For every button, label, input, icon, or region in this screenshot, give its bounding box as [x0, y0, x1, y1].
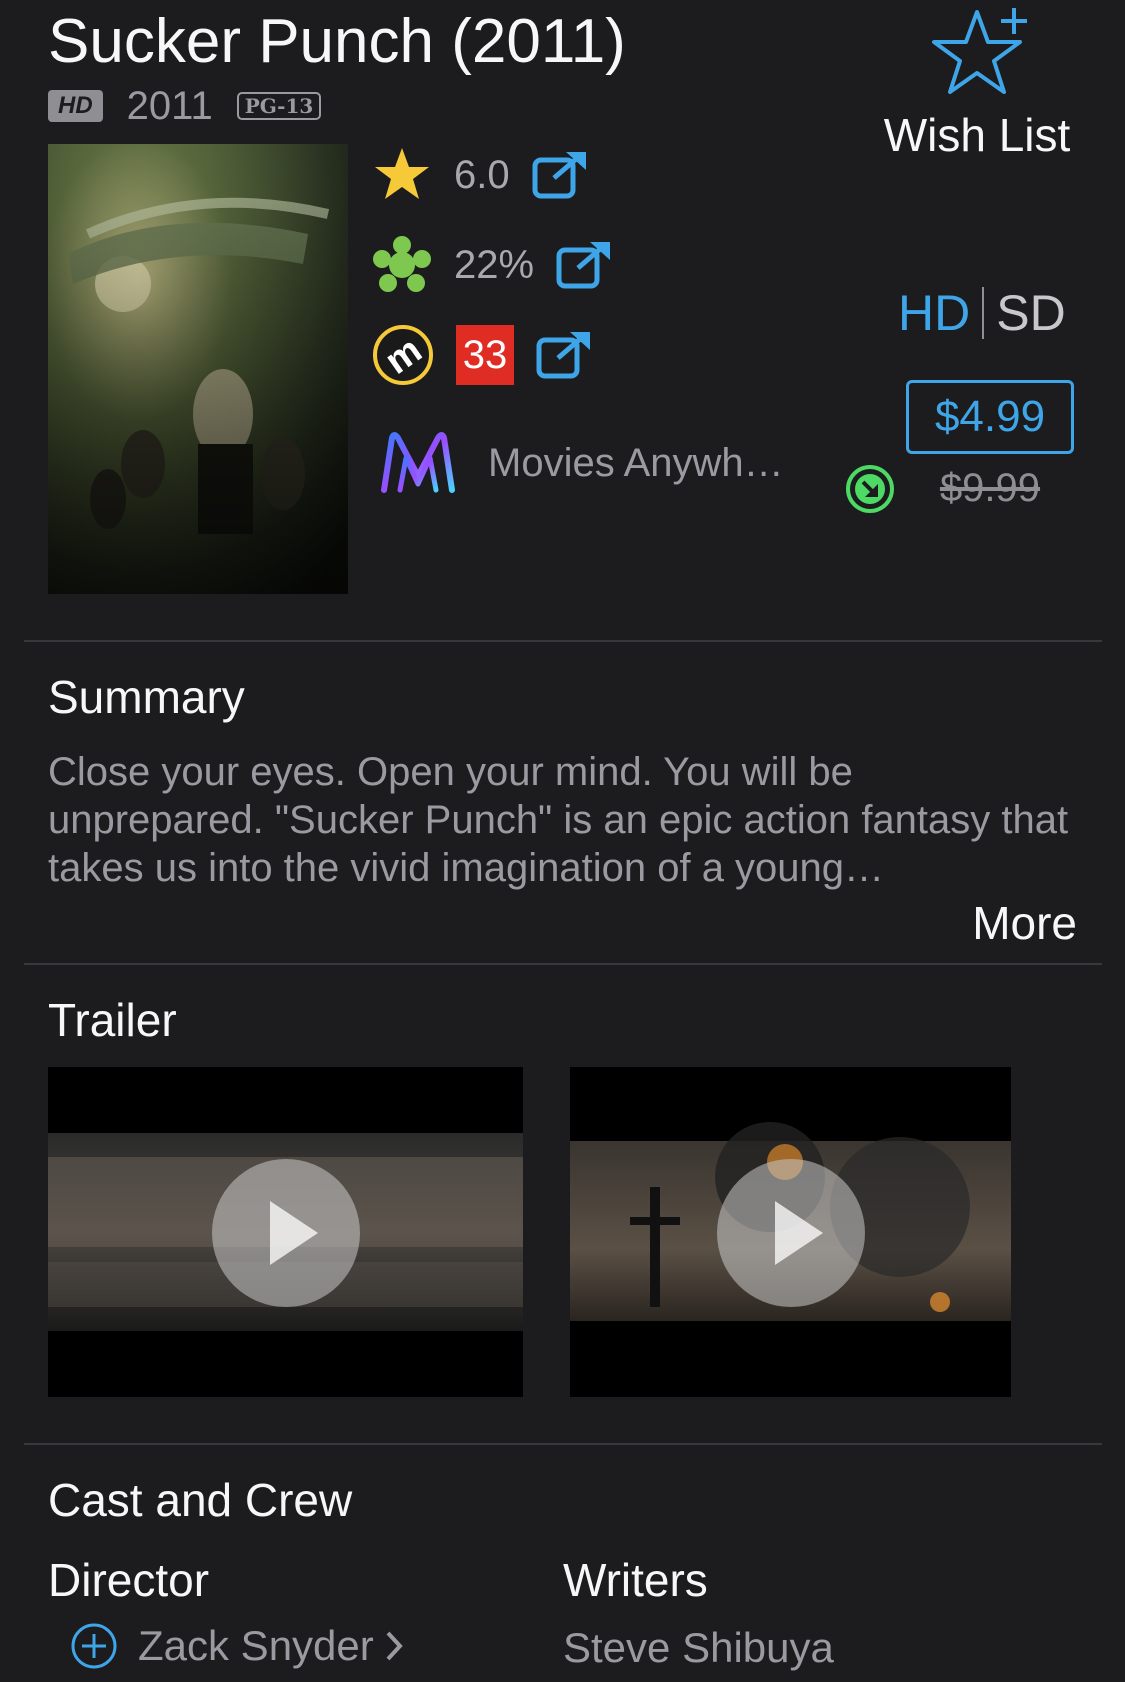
- play-icon: [212, 1159, 360, 1307]
- external-link-icon[interactable]: [556, 240, 612, 290]
- external-link-icon[interactable]: [536, 330, 592, 380]
- trailer-heading: Trailer: [48, 994, 177, 1046]
- trailer-thumbnail-1[interactable]: [48, 1067, 523, 1397]
- rotten-tomatoes-row: 22%: [372, 230, 612, 300]
- imdb-score-row: 6.0: [372, 140, 588, 210]
- wish-list-label: Wish List: [883, 109, 1071, 161]
- buy-price-button[interactable]: $4.99: [906, 380, 1074, 454]
- splat-icon: [373, 236, 431, 292]
- movie-poster[interactable]: [48, 144, 348, 594]
- wish-list-button[interactable]: Wish List: [862, 0, 1092, 165]
- director-name: Zack Snyder: [138, 1622, 374, 1669]
- divider: [24, 963, 1102, 965]
- metascore: 33: [456, 325, 514, 385]
- hd-badge: HD: [48, 90, 103, 122]
- divider: [24, 640, 1102, 642]
- director-label: Director: [48, 1554, 210, 1606]
- writer-name[interactable]: Steve Shibuya: [563, 1624, 834, 1672]
- divider: [24, 1443, 1102, 1445]
- more-button[interactable]: More: [972, 896, 1077, 950]
- metacritic-row: m 33: [372, 320, 592, 390]
- original-price: $9.99: [939, 466, 1041, 510]
- movies-anywhere-row[interactable]: Movies Anywh…: [378, 428, 784, 498]
- star-plus-icon: [932, 8, 1027, 94]
- star-icon: [375, 148, 429, 199]
- summary-text: Close your eyes. Open your mind. You wil…: [48, 750, 1069, 890]
- format-sd-option[interactable]: SD: [996, 284, 1065, 342]
- play-icon: [717, 1159, 865, 1307]
- trailer-thumbnail-2[interactable]: [570, 1067, 1011, 1397]
- movies-anywhere-icon: [381, 432, 455, 493]
- content-rating-badge: PG-13: [236, 92, 322, 120]
- cast-crew-heading: Cast and Crew: [48, 1474, 353, 1526]
- movies-anywhere-label: Movies Anywh…: [488, 440, 784, 485]
- movie-title: Sucker Punch (2011): [48, 7, 626, 76]
- tomatometer-score: 22%: [454, 242, 535, 287]
- external-link-icon[interactable]: [532, 150, 588, 200]
- director-link[interactable]: Zack Snyder: [70, 1622, 406, 1670]
- metacritic-icon: m: [373, 325, 433, 385]
- imdb-score: 6.0: [454, 152, 510, 197]
- add-circle-icon[interactable]: [70, 1622, 118, 1670]
- chevron-right-icon: [386, 1631, 403, 1661]
- writers-label: Writers: [563, 1554, 708, 1606]
- release-year: 2011: [126, 83, 213, 128]
- format-hd-option[interactable]: HD: [898, 284, 970, 342]
- price-drop-icon: [846, 465, 894, 513]
- movie-meta-row: HD 2011 PG-13: [48, 83, 322, 128]
- poster-image: [48, 144, 348, 594]
- format-toggle: HD SD: [898, 284, 1066, 342]
- summary-heading: Summary: [48, 671, 245, 723]
- format-divider: [982, 287, 985, 339]
